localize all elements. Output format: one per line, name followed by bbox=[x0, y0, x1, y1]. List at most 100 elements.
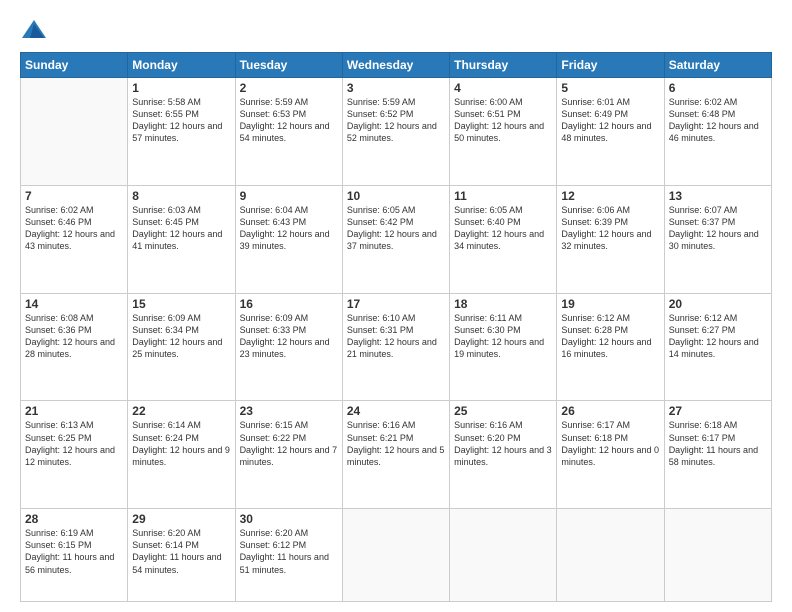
cell-info: Sunrise: 6:10 AMSunset: 6:31 PMDaylight:… bbox=[347, 312, 445, 361]
calendar-cell bbox=[557, 509, 664, 602]
cell-info: Sunrise: 5:59 AMSunset: 6:52 PMDaylight:… bbox=[347, 96, 445, 145]
day-header-friday: Friday bbox=[557, 53, 664, 78]
day-number: 25 bbox=[454, 404, 552, 418]
cell-info: Sunrise: 6:04 AMSunset: 6:43 PMDaylight:… bbox=[240, 204, 338, 253]
calendar-cell: 15Sunrise: 6:09 AMSunset: 6:34 PMDayligh… bbox=[128, 293, 235, 401]
cell-info: Sunrise: 6:20 AMSunset: 6:12 PMDaylight:… bbox=[240, 527, 338, 576]
calendar-week-3: 21Sunrise: 6:13 AMSunset: 6:25 PMDayligh… bbox=[21, 401, 772, 509]
calendar-cell: 20Sunrise: 6:12 AMSunset: 6:27 PMDayligh… bbox=[664, 293, 771, 401]
calendar-cell: 28Sunrise: 6:19 AMSunset: 6:15 PMDayligh… bbox=[21, 509, 128, 602]
cell-info: Sunrise: 6:03 AMSunset: 6:45 PMDaylight:… bbox=[132, 204, 230, 253]
day-number: 26 bbox=[561, 404, 659, 418]
day-header-wednesday: Wednesday bbox=[342, 53, 449, 78]
day-number: 5 bbox=[561, 81, 659, 95]
day-number: 19 bbox=[561, 297, 659, 311]
day-number: 9 bbox=[240, 189, 338, 203]
calendar-cell: 13Sunrise: 6:07 AMSunset: 6:37 PMDayligh… bbox=[664, 185, 771, 293]
calendar-cell: 2Sunrise: 5:59 AMSunset: 6:53 PMDaylight… bbox=[235, 78, 342, 186]
cell-info: Sunrise: 5:58 AMSunset: 6:55 PMDaylight:… bbox=[132, 96, 230, 145]
day-number: 7 bbox=[25, 189, 123, 203]
calendar-cell: 10Sunrise: 6:05 AMSunset: 6:42 PMDayligh… bbox=[342, 185, 449, 293]
calendar-header-row: SundayMondayTuesdayWednesdayThursdayFrid… bbox=[21, 53, 772, 78]
day-header-saturday: Saturday bbox=[664, 53, 771, 78]
cell-info: Sunrise: 6:11 AMSunset: 6:30 PMDaylight:… bbox=[454, 312, 552, 361]
day-number: 28 bbox=[25, 512, 123, 526]
calendar-cell: 25Sunrise: 6:16 AMSunset: 6:20 PMDayligh… bbox=[450, 401, 557, 509]
calendar-cell: 16Sunrise: 6:09 AMSunset: 6:33 PMDayligh… bbox=[235, 293, 342, 401]
day-number: 17 bbox=[347, 297, 445, 311]
calendar-cell: 23Sunrise: 6:15 AMSunset: 6:22 PMDayligh… bbox=[235, 401, 342, 509]
calendar-cell: 9Sunrise: 6:04 AMSunset: 6:43 PMDaylight… bbox=[235, 185, 342, 293]
day-header-sunday: Sunday bbox=[21, 53, 128, 78]
header bbox=[20, 16, 772, 44]
day-number: 21 bbox=[25, 404, 123, 418]
cell-info: Sunrise: 6:14 AMSunset: 6:24 PMDaylight:… bbox=[132, 419, 230, 468]
calendar-cell bbox=[21, 78, 128, 186]
calendar-cell: 29Sunrise: 6:20 AMSunset: 6:14 PMDayligh… bbox=[128, 509, 235, 602]
day-header-thursday: Thursday bbox=[450, 53, 557, 78]
calendar-table: SundayMondayTuesdayWednesdayThursdayFrid… bbox=[20, 52, 772, 602]
day-number: 15 bbox=[132, 297, 230, 311]
cell-info: Sunrise: 6:09 AMSunset: 6:33 PMDaylight:… bbox=[240, 312, 338, 361]
calendar-cell: 30Sunrise: 6:20 AMSunset: 6:12 PMDayligh… bbox=[235, 509, 342, 602]
cell-info: Sunrise: 6:02 AMSunset: 6:48 PMDaylight:… bbox=[669, 96, 767, 145]
day-number: 12 bbox=[561, 189, 659, 203]
calendar-cell: 8Sunrise: 6:03 AMSunset: 6:45 PMDaylight… bbox=[128, 185, 235, 293]
cell-info: Sunrise: 6:08 AMSunset: 6:36 PMDaylight:… bbox=[25, 312, 123, 361]
day-number: 8 bbox=[132, 189, 230, 203]
cell-info: Sunrise: 6:07 AMSunset: 6:37 PMDaylight:… bbox=[669, 204, 767, 253]
day-number: 6 bbox=[669, 81, 767, 95]
logo bbox=[20, 16, 52, 44]
cell-info: Sunrise: 6:18 AMSunset: 6:17 PMDaylight:… bbox=[669, 419, 767, 468]
day-header-monday: Monday bbox=[128, 53, 235, 78]
cell-info: Sunrise: 6:09 AMSunset: 6:34 PMDaylight:… bbox=[132, 312, 230, 361]
day-header-tuesday: Tuesday bbox=[235, 53, 342, 78]
cell-info: Sunrise: 6:12 AMSunset: 6:28 PMDaylight:… bbox=[561, 312, 659, 361]
cell-info: Sunrise: 6:01 AMSunset: 6:49 PMDaylight:… bbox=[561, 96, 659, 145]
cell-info: Sunrise: 6:16 AMSunset: 6:20 PMDaylight:… bbox=[454, 419, 552, 468]
calendar-cell: 27Sunrise: 6:18 AMSunset: 6:17 PMDayligh… bbox=[664, 401, 771, 509]
calendar-cell: 22Sunrise: 6:14 AMSunset: 6:24 PMDayligh… bbox=[128, 401, 235, 509]
day-number: 23 bbox=[240, 404, 338, 418]
cell-info: Sunrise: 6:06 AMSunset: 6:39 PMDaylight:… bbox=[561, 204, 659, 253]
cell-info: Sunrise: 6:12 AMSunset: 6:27 PMDaylight:… bbox=[669, 312, 767, 361]
calendar-week-1: 7Sunrise: 6:02 AMSunset: 6:46 PMDaylight… bbox=[21, 185, 772, 293]
day-number: 14 bbox=[25, 297, 123, 311]
calendar-cell bbox=[664, 509, 771, 602]
calendar-cell: 14Sunrise: 6:08 AMSunset: 6:36 PMDayligh… bbox=[21, 293, 128, 401]
calendar-cell: 18Sunrise: 6:11 AMSunset: 6:30 PMDayligh… bbox=[450, 293, 557, 401]
calendar-cell: 17Sunrise: 6:10 AMSunset: 6:31 PMDayligh… bbox=[342, 293, 449, 401]
calendar-cell bbox=[450, 509, 557, 602]
cell-info: Sunrise: 5:59 AMSunset: 6:53 PMDaylight:… bbox=[240, 96, 338, 145]
calendar-cell: 12Sunrise: 6:06 AMSunset: 6:39 PMDayligh… bbox=[557, 185, 664, 293]
day-number: 13 bbox=[669, 189, 767, 203]
page: SundayMondayTuesdayWednesdayThursdayFrid… bbox=[0, 0, 792, 612]
day-number: 4 bbox=[454, 81, 552, 95]
day-number: 24 bbox=[347, 404, 445, 418]
cell-info: Sunrise: 6:05 AMSunset: 6:40 PMDaylight:… bbox=[454, 204, 552, 253]
calendar-cell: 1Sunrise: 5:58 AMSunset: 6:55 PMDaylight… bbox=[128, 78, 235, 186]
calendar-week-2: 14Sunrise: 6:08 AMSunset: 6:36 PMDayligh… bbox=[21, 293, 772, 401]
cell-info: Sunrise: 6:16 AMSunset: 6:21 PMDaylight:… bbox=[347, 419, 445, 468]
calendar-cell: 21Sunrise: 6:13 AMSunset: 6:25 PMDayligh… bbox=[21, 401, 128, 509]
day-number: 10 bbox=[347, 189, 445, 203]
day-number: 1 bbox=[132, 81, 230, 95]
day-number: 11 bbox=[454, 189, 552, 203]
cell-info: Sunrise: 6:17 AMSunset: 6:18 PMDaylight:… bbox=[561, 419, 659, 468]
day-number: 22 bbox=[132, 404, 230, 418]
day-number: 29 bbox=[132, 512, 230, 526]
calendar-cell: 11Sunrise: 6:05 AMSunset: 6:40 PMDayligh… bbox=[450, 185, 557, 293]
cell-info: Sunrise: 6:19 AMSunset: 6:15 PMDaylight:… bbox=[25, 527, 123, 576]
cell-info: Sunrise: 6:15 AMSunset: 6:22 PMDaylight:… bbox=[240, 419, 338, 468]
calendar-cell: 3Sunrise: 5:59 AMSunset: 6:52 PMDaylight… bbox=[342, 78, 449, 186]
cell-info: Sunrise: 6:00 AMSunset: 6:51 PMDaylight:… bbox=[454, 96, 552, 145]
calendar-cell: 19Sunrise: 6:12 AMSunset: 6:28 PMDayligh… bbox=[557, 293, 664, 401]
day-number: 3 bbox=[347, 81, 445, 95]
day-number: 27 bbox=[669, 404, 767, 418]
day-number: 16 bbox=[240, 297, 338, 311]
day-number: 2 bbox=[240, 81, 338, 95]
calendar-cell: 26Sunrise: 6:17 AMSunset: 6:18 PMDayligh… bbox=[557, 401, 664, 509]
cell-info: Sunrise: 6:05 AMSunset: 6:42 PMDaylight:… bbox=[347, 204, 445, 253]
cell-info: Sunrise: 6:20 AMSunset: 6:14 PMDaylight:… bbox=[132, 527, 230, 576]
calendar-week-4: 28Sunrise: 6:19 AMSunset: 6:15 PMDayligh… bbox=[21, 509, 772, 602]
